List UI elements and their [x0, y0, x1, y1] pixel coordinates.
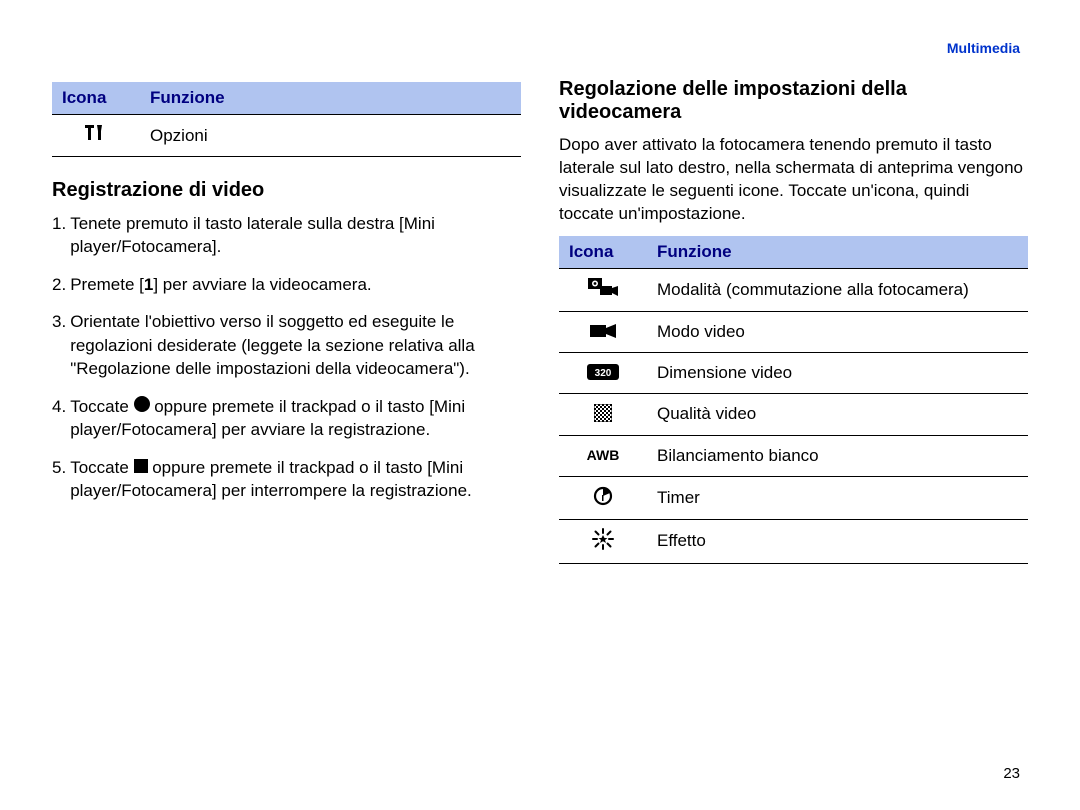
table-head-icon: Icona — [559, 236, 647, 269]
svg-text:320: 320 — [595, 368, 612, 379]
table-cell-label: Opzioni — [140, 115, 521, 157]
options-table: Icona Funzione — [52, 82, 521, 157]
video-quality-icon — [569, 402, 637, 424]
heading-regolazione: Regolazione delle impostazioni della vid… — [559, 78, 1028, 124]
table-head-icon: Icona — [52, 82, 140, 115]
table-row: Effetto — [559, 519, 1028, 563]
heading-registrazione: Registrazione di video — [52, 179, 521, 202]
white-balance-icon: AWB — [569, 444, 637, 466]
table-cell-label: Qualità video — [647, 393, 1028, 435]
table-row: AWB Bilanciamento bianco — [559, 435, 1028, 476]
mode-switch-icon — [569, 277, 637, 299]
table-cell-label: Bilanciamento bianco — [647, 435, 1028, 476]
table-row: 320 Dimensione video — [559, 352, 1028, 393]
step-3: 3. Orientate l'obiettivo verso il sogget… — [52, 310, 521, 380]
step-4: 4. Toccate oppure premete il trackpad o … — [52, 395, 521, 442]
table-cell-label: Effetto — [647, 519, 1028, 563]
table-row: Modo video — [559, 311, 1028, 352]
table-head-func: Funzione — [140, 82, 521, 115]
svg-text:AWB: AWB — [587, 447, 620, 463]
stop-icon — [134, 459, 148, 473]
tools-icon — [62, 123, 130, 145]
timer-icon — [569, 485, 637, 507]
table-row: Qualità video — [559, 393, 1028, 435]
step-2: 2. Premete [1] per avviare la videocamer… — [52, 273, 521, 296]
right-column: Regolazione delle impostazioni della vid… — [559, 78, 1028, 564]
video-mode-icon — [569, 320, 637, 342]
settings-table: Icona Funzione — [559, 236, 1028, 564]
table-row: Timer — [559, 476, 1028, 519]
table-cell-label: Modalità (commutazione alla fotocamera) — [647, 268, 1028, 311]
breadcrumb: Multimedia — [947, 40, 1020, 56]
table-cell-label: Dimensione video — [647, 352, 1028, 393]
table-head-func: Funzione — [647, 236, 1028, 269]
page-number: 23 — [1003, 765, 1020, 782]
left-column: Icona Funzione — [52, 78, 521, 564]
video-size-icon: 320 — [569, 361, 637, 383]
record-icon — [134, 396, 150, 412]
effect-icon — [569, 528, 637, 550]
step-5: 5. Toccate oppure premete il trackpad o … — [52, 456, 521, 503]
table-row: Opzioni — [52, 115, 521, 157]
lead-paragraph: Dopo aver attivato la fotocamera tenendo… — [559, 134, 1028, 226]
step-1: 1. Tenete premuto il tasto laterale sull… — [52, 212, 521, 259]
table-cell-label: Modo video — [647, 311, 1028, 352]
table-row: Modalità (commutazione alla fotocamera) — [559, 268, 1028, 311]
table-cell-label: Timer — [647, 476, 1028, 519]
